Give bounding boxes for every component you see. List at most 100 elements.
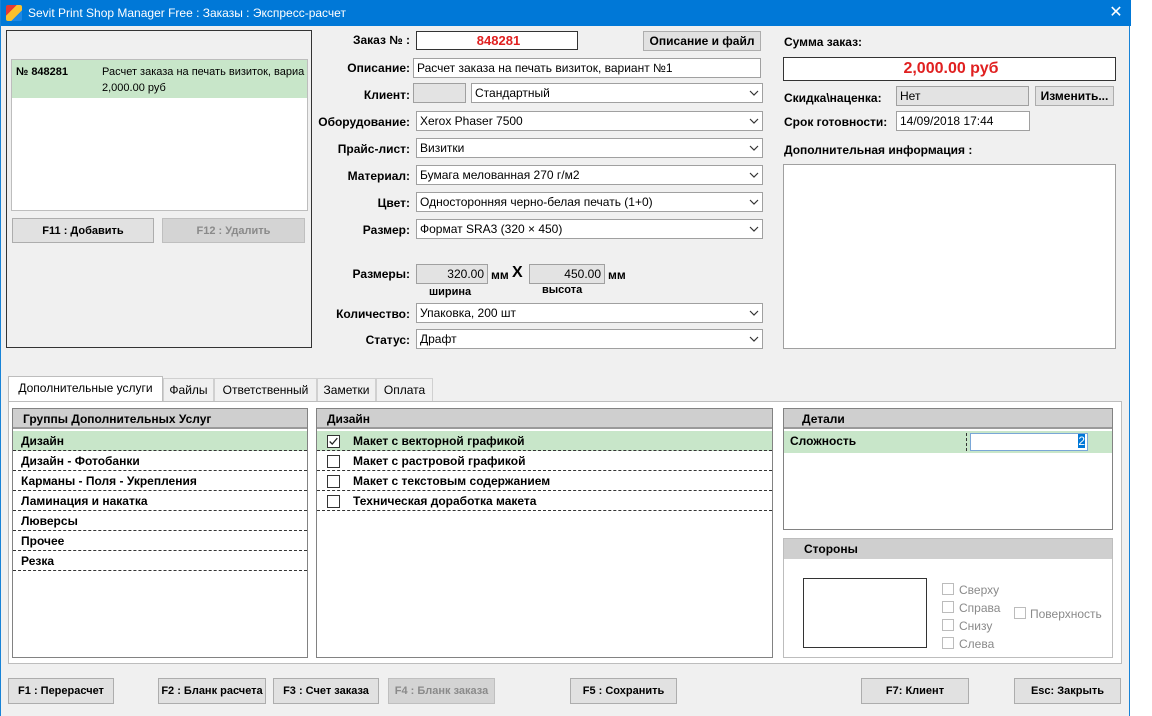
save-button[interactable]: F5 : Сохранить <box>570 678 677 704</box>
details-header: Детали <box>784 409 1112 429</box>
service-item[interactable]: Макет с векторной графикой <box>317 431 772 451</box>
width-caption: ширина <box>429 286 472 298</box>
close-button[interactable]: Esc: Закрыть <box>1014 678 1121 704</box>
surface-checkbox[interactable] <box>1014 607 1026 619</box>
details-param-value: 2 <box>1078 434 1085 448</box>
material-select[interactable]: Бумага мелованная 270 г/м2 <box>416 165 763 185</box>
calc-form-button[interactable]: F2 : Бланк расчета <box>158 678 266 704</box>
height-caption: высота <box>542 284 583 296</box>
side-left-checkbox[interactable] <box>942 637 954 649</box>
info-textarea[interactable] <box>783 164 1116 349</box>
client-label: Клиент: <box>363 88 410 102</box>
description-field[interactable]: Расчет заказа на печать визиток, вариант… <box>413 58 761 78</box>
group-item[interactable]: Люверсы <box>13 511 307 531</box>
sum-label: Сумма заказ: <box>784 35 863 49</box>
details-row[interactable]: Сложность 2 <box>784 431 1112 453</box>
checkbox[interactable] <box>327 475 340 488</box>
order-item-number: № 848281 <box>16 66 69 78</box>
equipment-select[interactable]: Xerox Phaser 7500 <box>416 111 763 131</box>
group-item[interactable]: Прочее <box>13 531 307 551</box>
sides-header: Стороны <box>784 539 1112 559</box>
chevron-down-icon[interactable] <box>745 84 762 102</box>
group-item[interactable]: Резка <box>13 551 307 571</box>
discount-field: Нет <box>896 86 1029 106</box>
services-header: Дизайн <box>317 409 772 429</box>
times-sign: X <box>512 264 523 281</box>
check-icon[interactable] <box>327 435 340 448</box>
quantity-value: Упаковка, 200 шт <box>420 306 517 320</box>
tab-files[interactable]: Файлы <box>163 378 214 401</box>
group-item[interactable]: Ламинация и накатка <box>13 491 307 511</box>
sum-display: 2,000.00 руб <box>783 57 1116 81</box>
chevron-down-icon[interactable] <box>745 193 762 211</box>
tab-payment[interactable]: Оплата <box>376 378 433 401</box>
side-top-checkbox[interactable] <box>942 583 954 595</box>
sides-panel: Стороны Сверху Справа Снизу Слева Поверх… <box>783 538 1113 658</box>
service-groups-panel: Группы Дополнительных Услуг Дизайн Дизай… <box>12 408 308 658</box>
surface-label: Поверхность <box>1030 607 1102 621</box>
pricelist-label: Прайс-лист: <box>337 142 410 156</box>
height-field[interactable]: 450.00 <box>529 264 605 284</box>
details-param-input[interactable]: 2 <box>970 433 1088 451</box>
chevron-down-icon[interactable] <box>745 330 762 348</box>
order-number-label: Заказ № : <box>352 33 410 47</box>
client-button[interactable]: F7: Клиент <box>861 678 969 704</box>
service-item[interactable]: Техническая доработка макета <box>317 491 772 511</box>
service-item[interactable]: Макет с текстовым содержанием <box>317 471 772 491</box>
service-label: Макет с растровой графикой <box>353 454 526 468</box>
chevron-down-icon[interactable] <box>745 166 762 184</box>
tab-responsible[interactable]: Ответственный <box>214 378 317 401</box>
deadline-label: Срок готовности: <box>784 115 888 129</box>
equipment-value: Xerox Phaser 7500 <box>420 114 523 128</box>
tab-notes[interactable]: Заметки <box>317 378 376 401</box>
order-item-price: 2,000.00 руб <box>102 82 166 94</box>
quantity-label: Количество: <box>336 307 410 321</box>
side-bottom-label: Снизу <box>959 619 993 633</box>
quantity-select[interactable]: Упаковка, 200 шт <box>416 303 763 323</box>
pricelist-select[interactable]: Визитки <box>416 138 763 158</box>
service-label: Макет с текстовым содержанием <box>353 474 551 488</box>
close-icon[interactable]: ✕ <box>1101 0 1131 26</box>
main-window: Sevit Print Shop Manager Free : Заказы :… <box>0 0 1131 716</box>
order-list-item[interactable]: № 848281 Расчет заказа на печать визиток… <box>12 60 307 98</box>
width-field[interactable]: 320.00 <box>416 264 488 284</box>
group-item[interactable]: Дизайн <box>13 431 307 451</box>
delete-order-button[interactable]: F12 : Удалить <box>162 218 305 243</box>
sides-preview <box>803 578 927 648</box>
service-item[interactable]: Макет с растровой графикой <box>317 451 772 471</box>
status-select[interactable]: Драфт <box>416 329 763 349</box>
color-select[interactable]: Односторонняя черно-белая печать (1+0) <box>416 192 763 212</box>
description-file-button[interactable]: Описание и файл <box>643 31 761 51</box>
client-select[interactable]: Стандартный <box>471 83 763 103</box>
group-item[interactable]: Дизайн - Фотобанки <box>13 451 307 471</box>
chevron-down-icon[interactable] <box>745 220 762 238</box>
recalc-button[interactable]: F1 : Перерасчет <box>8 678 114 704</box>
chevron-down-icon[interactable] <box>745 112 762 130</box>
order-list-panel: № 848281 Расчет заказа на печать визиток… <box>6 30 312 348</box>
chevron-down-icon[interactable] <box>745 304 762 322</box>
deadline-field[interactable]: 14/09/2018 17:44 <box>896 111 1030 131</box>
details-param-label: Сложность <box>790 434 857 448</box>
description-label: Описание: <box>347 61 410 75</box>
size-select[interactable]: Формат SRA3 (320 × 450) <box>416 219 763 239</box>
checkbox[interactable] <box>327 455 340 468</box>
details-panel: Детали Сложность 2 <box>783 408 1113 530</box>
group-item[interactable]: Карманы - Поля - Укрепления <box>13 471 307 491</box>
client-code-field[interactable] <box>413 83 466 103</box>
app-icon <box>6 5 22 21</box>
checkbox[interactable] <box>327 495 340 508</box>
order-list: № 848281 Расчет заказа на печать визиток… <box>11 59 308 211</box>
order-form-button[interactable]: F4 : Бланк заказа <box>388 678 495 704</box>
change-discount-button[interactable]: Изменить... <box>1035 86 1114 106</box>
add-order-button[interactable]: F11 : Добавить <box>12 218 154 243</box>
tab-additional-services[interactable]: Дополнительные услуги <box>8 376 163 401</box>
service-groups-header: Группы Дополнительных Услуг <box>13 409 307 429</box>
pricelist-value: Визитки <box>420 141 465 155</box>
side-bottom-checkbox[interactable] <box>942 619 954 631</box>
invoice-button[interactable]: F3 : Счет заказа <box>273 678 379 704</box>
side-right-checkbox[interactable] <box>942 601 954 613</box>
order-number-field[interactable]: 848281 <box>416 31 578 50</box>
discount-label: Скидка\наценка: <box>784 91 882 105</box>
color-label: Цвет: <box>377 196 410 210</box>
chevron-down-icon[interactable] <box>745 139 762 157</box>
